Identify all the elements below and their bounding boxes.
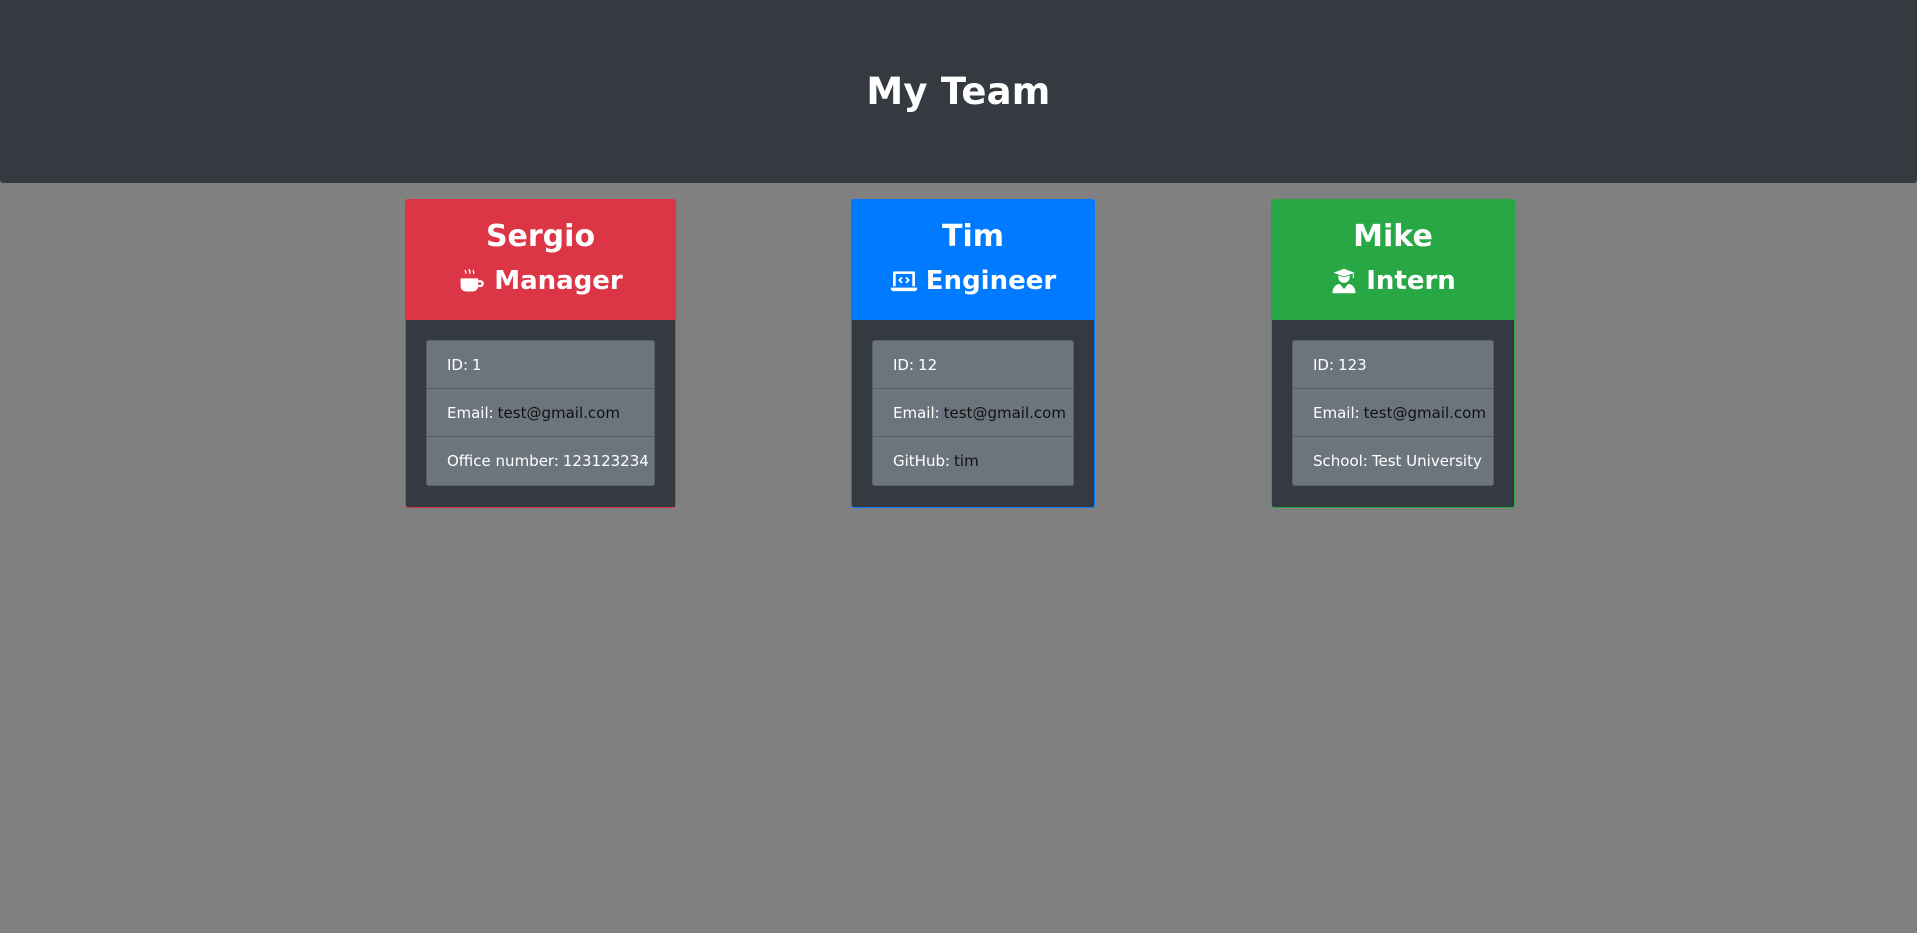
email-link[interactable]: test@gmail.com — [1364, 404, 1486, 422]
card-header: Sergio Manager — [406, 200, 675, 320]
employee-role-label: Intern — [1366, 266, 1456, 296]
detail-value: Test University — [1371, 452, 1482, 470]
detail-email: Email: test@gmail.com — [427, 389, 654, 437]
detail-value: 123123234 — [562, 452, 649, 470]
laptop-code-icon — [890, 271, 917, 292]
details-list: ID: 12 Email: test@gmail.com GitHub: tim — [872, 340, 1074, 486]
card-header: Mike Intern — [1272, 200, 1514, 320]
employee-name: Sergio — [485, 219, 596, 254]
employee-name: Mike — [1353, 219, 1433, 254]
email-link[interactable]: test@gmail.com — [498, 404, 620, 422]
employee-role: Engineer — [890, 264, 1056, 298]
employee-name: Tim — [941, 219, 1004, 254]
detail-label: GitHub: — [893, 452, 951, 470]
detail-office-number: Office number: 123123234 — [427, 437, 654, 485]
email-link[interactable]: test@gmail.com — [944, 404, 1066, 422]
employee-role: Intern — [1330, 264, 1456, 298]
detail-school: School: Test University — [1293, 437, 1493, 485]
detail-label: ID: — [893, 355, 915, 374]
detail-value: 1 — [472, 355, 482, 374]
mug-hot-icon — [460, 268, 485, 292]
employee-role-label: Engineer — [925, 266, 1057, 296]
employee-role: Manager — [458, 264, 623, 298]
detail-label: Email: — [1313, 403, 1360, 422]
page-header: My Team — [0, 0, 1917, 183]
detail-label: ID: — [1313, 355, 1335, 374]
detail-label: Office number: — [447, 452, 559, 470]
details-list: ID: 123 Email: test@gmail.com School: Te… — [1292, 340, 1494, 486]
detail-label: Email: — [893, 403, 940, 422]
employee-card-engineer: Tim Engineer ID: 12 Email: test@gmail.co… — [851, 199, 1095, 508]
page-title: My Team — [866, 70, 1051, 113]
detail-id: ID: 123 — [1293, 341, 1493, 389]
card-header: Tim Engineer — [852, 200, 1094, 320]
employee-role-label: Manager — [494, 266, 623, 296]
detail-id: ID: 1 — [427, 341, 654, 389]
detail-id: ID: 12 — [873, 341, 1073, 389]
detail-github: GitHub: tim — [873, 437, 1073, 485]
github-link[interactable]: tim — [954, 452, 979, 470]
detail-label: ID: — [447, 355, 469, 374]
user-graduate-icon — [1332, 268, 1356, 294]
employee-card-intern: Mike Intern ID: 123 Email: test@gmail.co… — [1271, 199, 1515, 508]
detail-label: Email: — [447, 403, 494, 422]
details-list: ID: 1 Email: test@gmail.com Office numbe… — [426, 340, 655, 486]
detail-label: School: — [1313, 452, 1368, 470]
detail-value: 123 — [1338, 355, 1367, 374]
employee-card-manager: Sergio Manager ID: 1 Email: test@gmail.c… — [405, 199, 676, 508]
detail-value: 12 — [918, 355, 938, 374]
detail-email: Email: test@gmail.com — [1293, 389, 1493, 437]
detail-email: Email: test@gmail.com — [873, 389, 1073, 437]
